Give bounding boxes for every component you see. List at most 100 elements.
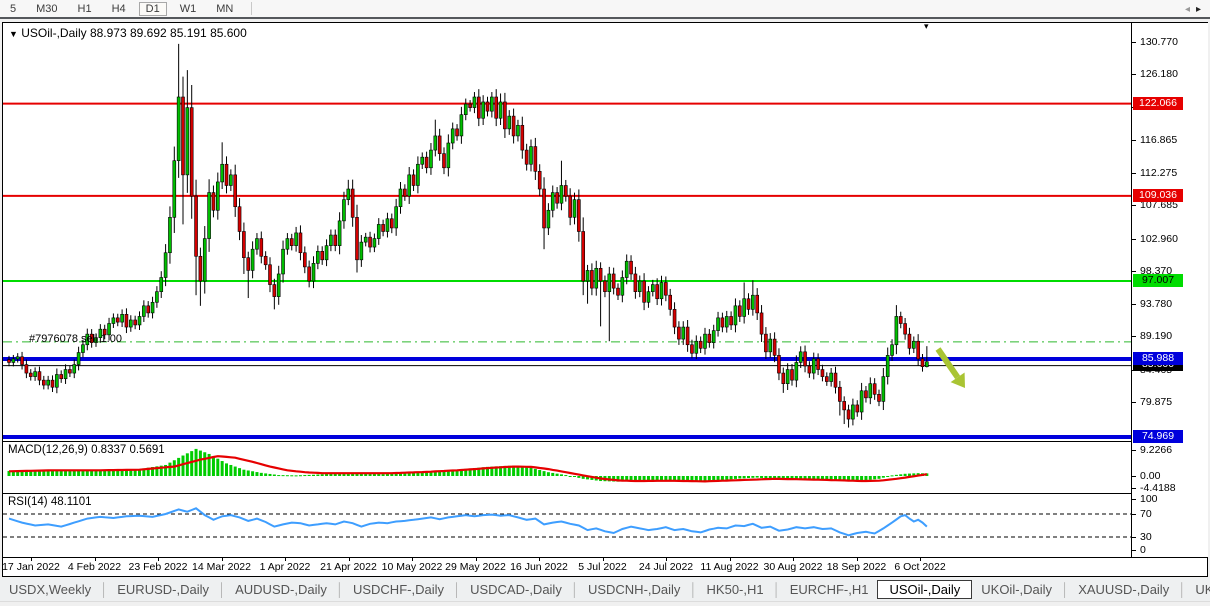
time-axis-label: 10 May 2022 <box>382 561 443 573</box>
price-chart-canvas[interactable] <box>3 23 1131 441</box>
level-price-badge: 74.969 <box>1133 430 1183 443</box>
timeframe-toolbar: 5 M30 H1 H4 D1 W1 MN <box>0 0 1210 19</box>
level-price-badge: 97.007 <box>1133 274 1183 287</box>
axis-tick <box>1132 499 1136 500</box>
chart-tab-hk50h1[interactable]: HK50-,H1 <box>698 581 773 598</box>
chart-tab-bar: USDX,Weekly│EURUSD-,Daily│AUDUSD-,Daily│… <box>0 578 1210 601</box>
time-axis-label: 18 Sep 2022 <box>827 561 887 573</box>
toolbar-separator <box>251 2 252 15</box>
macd-panel[interactable]: MACD(12,26,9) 0.8337 0.5691 <box>3 442 1131 492</box>
time-axis-label: 29 May 2022 <box>445 561 506 573</box>
tab-separator: │ <box>100 582 108 597</box>
time-axis-label: 1 Apr 2022 <box>260 561 311 573</box>
price-axis-label: 116.865 <box>1140 134 1177 146</box>
axis-tick <box>1132 173 1136 174</box>
axis-tick <box>1132 140 1136 141</box>
chart-tab-usdcaddaily[interactable]: USDCAD-,Daily <box>461 581 571 598</box>
down-arrow-annotation[interactable] <box>931 344 972 393</box>
tab-separator: │ <box>336 582 344 597</box>
chart-window: ▼ USOil-,Daily 88.973 89.692 85.191 85.6… <box>2 22 1208 577</box>
tab-scroll-right-icon[interactable]: ▸ <box>1196 4 1207 15</box>
price-axis-label: 126.180 <box>1140 68 1178 80</box>
chart-symbol: USOil-,Daily <box>21 26 86 40</box>
price-axis-label: 89.190 <box>1140 330 1172 342</box>
macd-scale-label: 0.00 <box>1140 470 1160 482</box>
axis-tick <box>1132 42 1136 43</box>
level-price-badge: 109.036 <box>1133 189 1183 202</box>
tab-separator: │ <box>571 582 579 597</box>
timeframe-button-m30[interactable]: M30 <box>29 2 64 16</box>
time-axis-label: 21 Apr 2022 <box>320 561 377 573</box>
time-axis-label: 11 Aug 2022 <box>700 561 758 573</box>
rsi-scale-label: 0 <box>1140 544 1146 556</box>
macd-signal-line <box>9 456 927 481</box>
price-axis-label: 93.780 <box>1140 298 1172 310</box>
chart-tab-eurchfh1[interactable]: EURCHF-,H1 <box>781 581 878 598</box>
rsi-line <box>9 508 927 535</box>
macd-plot <box>3 442 1131 492</box>
chart-tab-usdcnhdaily[interactable]: USDCNH-,Daily <box>579 581 689 598</box>
tab-scroll-left-icon[interactable]: ◂ <box>1185 4 1196 15</box>
chart-dropdown-icon[interactable]: ▼ <box>9 29 18 39</box>
time-axis-label: 16 Jun 2022 <box>510 561 568 573</box>
axis-tick <box>1132 336 1136 337</box>
time-axis-label: 30 Aug 2022 <box>764 561 823 573</box>
axis-tick <box>1132 450 1136 451</box>
price-axis-label: 102.960 <box>1140 233 1178 245</box>
tab-separator: │ <box>1178 582 1186 597</box>
axis-tick <box>1132 74 1136 75</box>
time-axis-label: 14 Mar 2022 <box>192 561 251 573</box>
level-price-badge: 122.066 <box>1133 97 1183 110</box>
time-axis-label: 17 Jan 2022 <box>2 561 60 573</box>
axis-tick <box>1132 514 1136 515</box>
level-price-badge: 85.988 <box>1133 352 1183 365</box>
chart-tab-ukoildaily[interactable]: UKOil-,Daily <box>972 581 1061 598</box>
timeframe-button-h4[interactable]: H4 <box>105 2 133 16</box>
axis-tick <box>1132 488 1136 489</box>
time-axis: 17 Jan 20224 Feb 202223 Feb 202214 Mar 2… <box>3 558 1207 576</box>
axis-tick <box>1132 239 1136 240</box>
timeframe-button-h1[interactable]: H1 <box>71 2 99 16</box>
chart-tab-usoildaily[interactable]: USOil-,Daily <box>877 580 972 599</box>
axis-tick <box>1132 476 1136 477</box>
rsi-panel[interactable]: RSI(14) 48.1101 <box>3 494 1131 556</box>
tab-separator: │ <box>218 582 226 597</box>
timeframe-button-mn[interactable]: MN <box>209 2 240 16</box>
timeframe-button-d1[interactable]: D1 <box>139 2 167 16</box>
status-strip <box>0 601 1210 606</box>
rsi-plot <box>3 494 1131 556</box>
time-axis-label: 5 Jul 2022 <box>578 561 626 573</box>
open-order-label: #7976078 sell 1.00 <box>29 333 122 345</box>
tab-separator: │ <box>773 582 781 597</box>
timeframe-button-5[interactable]: 5 <box>3 2 23 16</box>
axis-tick <box>1132 402 1136 403</box>
tab-separator: │ <box>1061 582 1069 597</box>
tab-separator: │ <box>689 582 697 597</box>
time-axis-label: 6 Oct 2022 <box>894 561 945 573</box>
tab-separator: │ <box>453 582 461 597</box>
macd-indicator-label: MACD(12,26,9) 0.8337 0.5691 <box>8 444 165 456</box>
axis-tick <box>1132 271 1136 272</box>
chart-tab-audusddaily[interactable]: AUDUSD-,Daily <box>226 581 336 598</box>
axis-tick <box>1132 205 1136 206</box>
chart-tab-xauusddaily[interactable]: XAUUSD-,Daily <box>1069 581 1178 598</box>
chart-tab-usdxweekly[interactable]: USDX,Weekly <box>0 581 100 598</box>
price-axis: 130.770126.180121.590116.865112.275107.6… <box>1131 23 1208 557</box>
chart-tab-eurusddaily[interactable]: EURUSD-,Daily <box>108 581 218 598</box>
rsi-scale-label: 30 <box>1140 531 1152 543</box>
chart-tab-usdchfdaily[interactable]: USDCHF-,Daily <box>344 581 453 598</box>
chart-tab-ukoilda[interactable]: UKOil-,Da <box>1186 581 1210 598</box>
time-axis-label: 23 Feb 2022 <box>129 561 188 573</box>
chart-title: ▼ USOil-,Daily 88.973 89.692 85.191 85.6… <box>9 26 247 40</box>
rsi-scale-label: 70 <box>1140 508 1152 520</box>
axis-tick <box>1132 537 1136 538</box>
price-axis-label: 130.770 <box>1140 36 1178 48</box>
chart-shift-marker-icon: ▾ <box>924 21 929 32</box>
timeframe-button-w1[interactable]: W1 <box>173 2 204 16</box>
rsi-indicator-label: RSI(14) 48.1101 <box>8 496 92 508</box>
candlestick-plot <box>3 23 1131 441</box>
axis-tick <box>1132 550 1136 551</box>
chart-ohlc-values: 88.973 89.692 85.191 85.600 <box>90 26 247 40</box>
macd-scale-label: 9.2266 <box>1140 444 1172 456</box>
price-axis-label: 79.875 <box>1140 396 1172 408</box>
